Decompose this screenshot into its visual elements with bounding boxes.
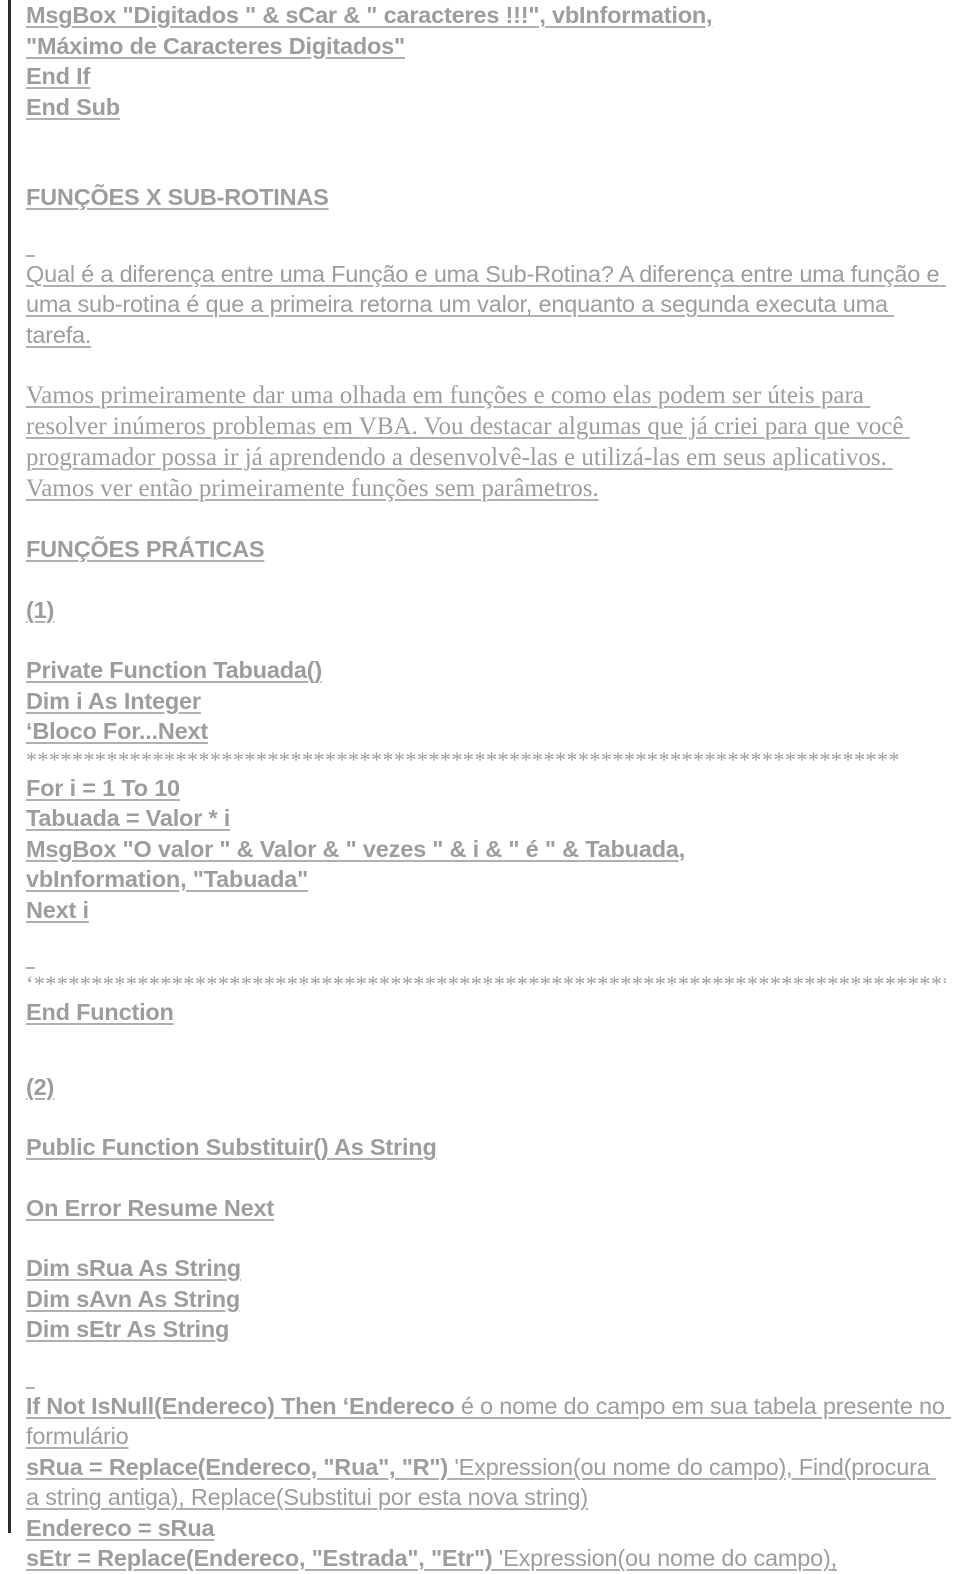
code-fragment: If Not IsNull(Endereco) Then ‘Endereco [26,1392,455,1419]
separator-asterisks-top: ****************************************… [26,746,900,772]
heading-funcoes-x-subrotinas: FUNÇÕES X SUB-ROTINAS [26,184,329,210]
code-block-top: MsgBox "Digitados " & sCar & " caractere… [26,0,946,122]
code-line: ‘Bloco For...Next [26,718,209,744]
code-line: For i = 1 To 10 [26,774,180,801]
code-line: Tabuada = Valor * i [26,805,231,831]
paragraph-serif-intro: Vamos primeiramente dar uma olhada em fu… [26,382,910,502]
code-line: vbInformation, "Tabuada" [26,866,309,892]
document-page: MsgBox "Digitados " & sCar & " caractere… [0,0,960,1574]
code-line-mixed: sEtr = Replace(Endereco, "Estrada", "Etr… [26,1543,946,1574]
code-line: "Máximo de Caracteres Digitados" [26,32,405,59]
separator-asterisks-bottom: ‘***************************************… [26,971,946,996]
blank-underline-marker [26,955,946,971]
comment-fragment: 'Expression(ou nome do campo), [492,1545,837,1571]
code-line: MsgBox "O valor " & Valor & " vezes " & … [26,835,686,862]
code-line: MsgBox "Digitados " & sCar & " caractere… [26,2,713,28]
code-line-function-signature: Public Function Substituir() As String [26,1134,437,1160]
code-line: Private Function Tabuada() [26,657,322,683]
paragraph-funcoes-x-subrotinas: Qual é a diferença entre uma Função e um… [26,260,946,348]
code-line: End Sub [26,93,120,120]
code-block-mixed: If Not IsNull(Endereco) Then ‘Endereco é… [26,1391,946,1574]
code-line-end-function: End Function [26,999,174,1025]
code-block-example-1-head: Private Function Tabuada() Dim i As Inte… [26,655,946,747]
code-line-mixed: If Not IsNull(Endereco) Then ‘Endereco é… [26,1391,946,1452]
code-line: End If [26,63,91,89]
code-fragment: sEtr = Replace(Endereco, "Estrada", "Etr… [26,1545,493,1571]
example-number-2: (2) [26,1073,55,1100]
blank-underline-marker [26,243,946,259]
code-fragment: sRua = Replace(Endereco, "Rua", "R") [26,1453,448,1480]
code-line: Dim sRua As String [26,1255,241,1281]
code-line: Next i [26,896,89,923]
blank-underline-marker [26,1375,946,1391]
example-number-1: (1) [26,596,55,623]
code-block-example-1-body: For i = 1 To 10 Tabuada = Valor * i MsgB… [26,773,946,926]
code-line: Dim sAvn As String [26,1285,241,1312]
heading-funcoes-praticas: FUNÇÕES PRÁTICAS [26,536,265,562]
code-line-on-error: On Error Resume Next [26,1194,275,1221]
code-line: Dim i As Integer [26,687,201,714]
code-block-declarations: Dim sRua As String Dim sAvn As String Di… [26,1253,946,1345]
code-line-mixed: sRua = Replace(Endereco, "Rua", "R") 'Ex… [26,1452,946,1513]
code-line: Dim sEtr As String [26,1316,230,1342]
code-line: Endereco = sRua [26,1514,215,1541]
